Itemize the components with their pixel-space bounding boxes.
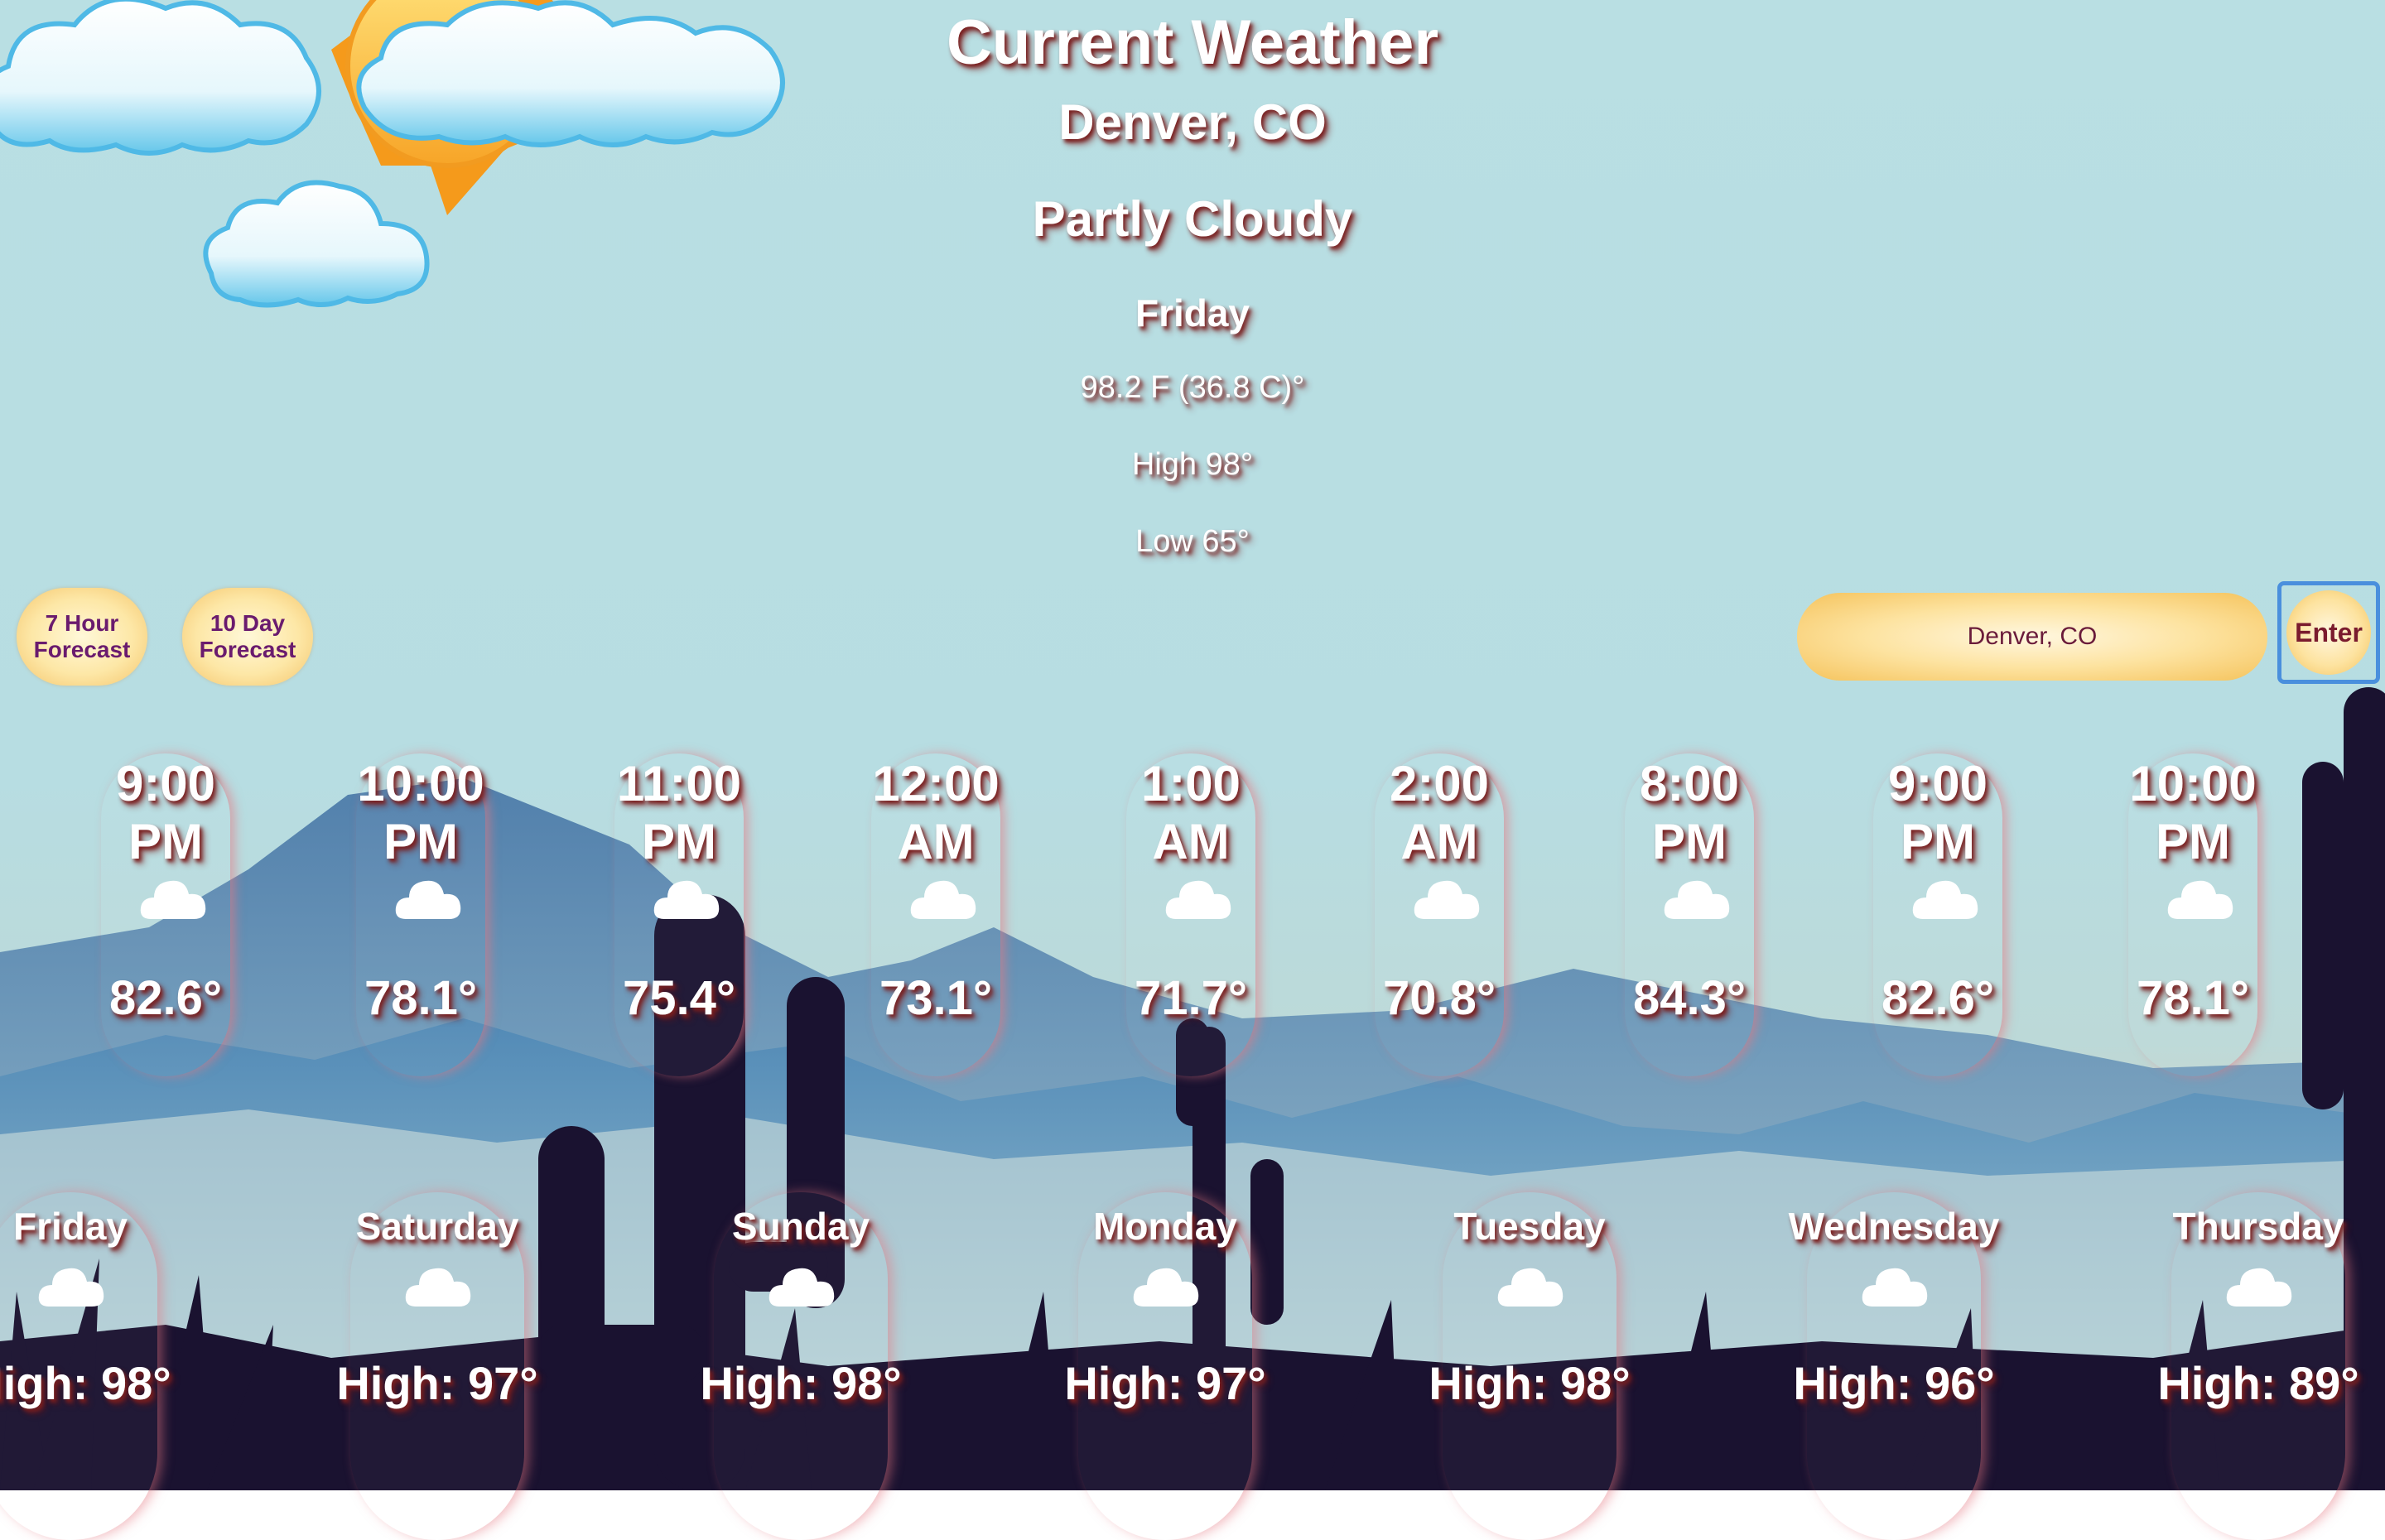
day-name: Wednesday [1788,1205,2000,1248]
day-card: Saturday High: 97° [336,1192,537,1523]
hour-temperature: 82.6° [1881,971,1995,1025]
hour-time: 2:00 AM [1389,756,1490,869]
hour-time: 10:00 PM [2129,756,2257,869]
day-name: Monday [1093,1205,1237,1248]
hour-card: 10:00 PM 78.1° [356,753,485,1076]
day-name: Friday [12,1205,128,1248]
cloud-icon [768,1268,835,1307]
day-card: Tuesday High: 98° [1429,1192,1630,1523]
hour-card: 8:00 PM 84.3° [1625,753,1754,1076]
cloud-icon [1862,1268,1928,1307]
cloud-icon [38,1268,104,1307]
hour-time: 9:00 PM [115,756,216,869]
day-high: High: 98° [700,1357,902,1409]
cloud-icon [2167,880,2233,919]
seven-hour-line2: Forecast [33,637,131,662]
current-weather-panel: Current Weather Denver, CO Partly Cloudy… [861,0,1524,560]
day-card: Thursday High: 89° [2157,1192,2358,1523]
day-high: High: 97° [336,1357,538,1409]
seven-hour-forecast-label: 7 Hour Forecast [34,610,131,663]
day-card: Monday High: 97° [1064,1192,1265,1523]
cloud-icon [1165,880,1231,919]
cloud-icon [395,880,461,919]
hour-time: 12:00 AM [872,756,1000,869]
location-name: Denver, CO [1058,94,1327,150]
ten-day-forecast-label: 10 Day Forecast [200,610,296,663]
hour-time: 10:00 PM [357,756,484,869]
current-temperature: 98.2 F (36.8 C)° [1080,370,1305,405]
hour-time: 8:00 PM [1639,756,1740,869]
cloud-top-left [0,0,321,156]
low-temperature: Low 65° [1135,524,1250,559]
hour-temperature: 84.3° [1632,971,1747,1025]
day-high: High: 98° [0,1357,171,1409]
day-name: Saturday [355,1205,519,1248]
hour-temperature: 82.6° [108,971,223,1025]
hour-temperature: 78.1° [2136,971,2250,1025]
hour-time: 11:00 PM [616,756,742,869]
day-card: Friday High: 98° [0,1192,171,1523]
hour-card: 1:00 AM 71.7° [1126,753,1255,1076]
weather-condition: Partly Cloudy [1032,191,1353,247]
ten-day-line2: Forecast [199,637,296,662]
hour-temperature: 71.7° [1134,971,1248,1025]
cloud-icon [1912,880,1978,919]
hour-time: 1:00 AM [1140,756,1241,869]
hour-card: 9:00 PM 82.6° [101,753,230,1076]
current-day: Friday [1135,291,1250,334]
day-card: Wednesday High: 96° [1789,1192,2000,1523]
high-temperature: High 98° [1131,447,1254,482]
hour-temperature: 70.8° [1382,971,1496,1025]
cloud-icon [1133,1268,1199,1307]
day-high: High: 96° [1793,1357,1995,1409]
hour-card: 9:00 PM 82.6° [1873,753,2002,1076]
seven-hour-forecast-button[interactable]: 7 Hour Forecast [17,588,147,686]
day-name: Sunday [731,1205,870,1248]
cloud-icon [140,880,206,919]
ten-day-line1: 10 Day [210,609,286,636]
enter-button-label: Enter [2286,590,2371,675]
hour-card: 12:00 AM 73.1° [871,753,1000,1076]
cloud-icon [1664,880,1730,919]
hour-time: 9:00 PM [1887,756,1988,869]
day-name: Tuesday [1453,1205,1606,1248]
day-high: High: 97° [1064,1357,1266,1409]
seven-hour-line1: 7 Hour [45,609,119,636]
cloud-icon [405,1268,471,1307]
hour-temperature: 75.4° [622,971,736,1025]
location-search-input[interactable] [1797,593,2267,681]
ten-day-forecast-button[interactable]: 10 Day Forecast [182,588,313,686]
cloud-icon [653,880,720,919]
weather-app: Current Weather Denver, CO Partly Cloudy… [0,0,2385,1490]
day-high: High: 98° [1429,1357,1631,1409]
hour-temperature: 78.1° [364,971,478,1025]
cloud-icon [2226,1268,2292,1307]
day-card: Sunday High: 98° [700,1192,901,1523]
cloud-small [203,180,430,308]
cloud-icon [1414,880,1480,919]
cloud-icon [1497,1268,1564,1307]
hour-temperature: 73.1° [879,971,993,1025]
day-high: High: 89° [2157,1357,2359,1409]
hour-card: 10:00 PM 78.1° [2128,753,2257,1076]
day-name: Thursday [2172,1205,2344,1248]
page-title: Current Weather [946,7,1439,78]
hour-card: 2:00 AM 70.8° [1375,753,1504,1076]
cloud-top-middle [356,0,785,147]
enter-button[interactable]: Enter [2277,581,2380,684]
hour-card: 11:00 PM 75.4° [614,753,744,1076]
cloud-icon [910,880,976,919]
